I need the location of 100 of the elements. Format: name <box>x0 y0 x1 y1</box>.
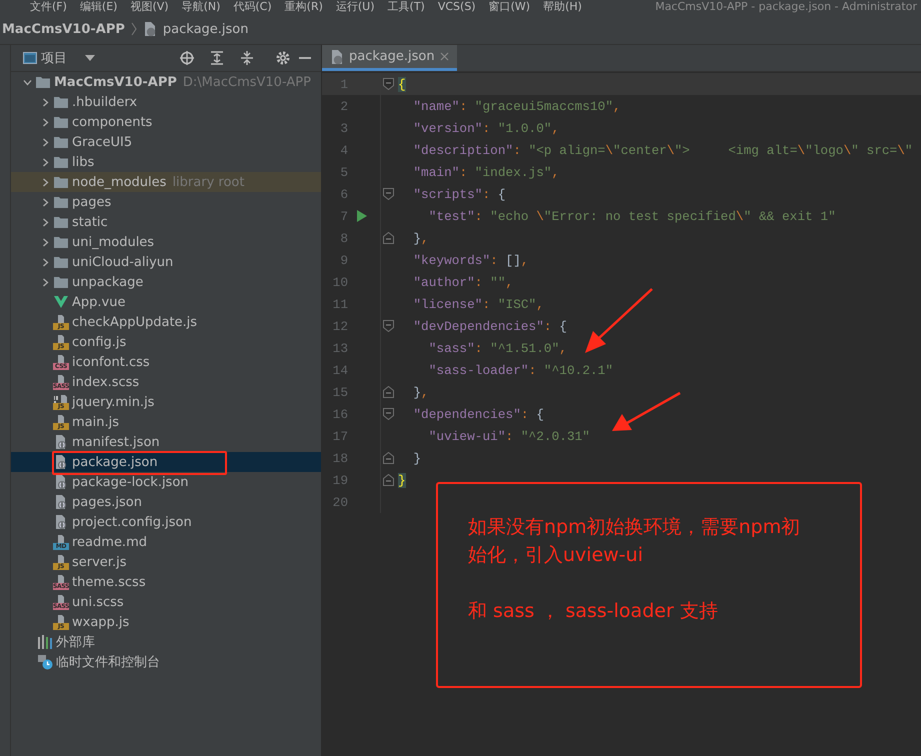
folder-icon <box>53 254 69 270</box>
tree-item[interactable]: package-lock.json <box>11 472 321 492</box>
fold-end-icon[interactable] <box>383 474 394 486</box>
tree-item-label: wxapp.js <box>72 614 130 630</box>
menu-item[interactable]: 视图(V) <box>130 0 169 14</box>
panel-title[interactable]: 项目 <box>41 49 67 67</box>
collapsed-chevron-icon[interactable] <box>40 98 50 106</box>
collapsed-chevron-icon[interactable] <box>40 118 50 126</box>
collapse-all-icon[interactable] <box>239 50 255 66</box>
collapsed-chevron-icon[interactable] <box>40 158 50 166</box>
annotation-text: 和 sass ， sass-loader 支持 <box>468 599 719 624</box>
line-number: 13 <box>332 340 349 356</box>
tree-item[interactable]: pages.json <box>11 492 321 512</box>
file-crumb[interactable]: package.json <box>162 22 248 36</box>
collapsed-chevron-icon[interactable] <box>40 138 50 146</box>
collapsed-chevron-icon[interactable] <box>40 278 50 286</box>
menu-item[interactable]: 重构(R) <box>284 0 323 14</box>
tree-item-label: MacCmsV10-APP <box>54 74 177 90</box>
tree-item[interactable]: components <box>11 112 321 132</box>
tree-item[interactable]: project.config.json <box>11 512 321 532</box>
line-number: 16 <box>332 406 349 422</box>
folder-icon <box>53 134 69 150</box>
code-line: "sass-loader": "^10.2.1" <box>428 362 614 378</box>
tree-item[interactable]: manifest.json <box>11 432 321 452</box>
expand-all-icon[interactable] <box>209 50 225 66</box>
code-line: "name": "graceui5maccms10", <box>412 98 621 114</box>
tree-item[interactable]: package.json <box>11 452 321 472</box>
window-title: MacCmsV10-APP - package.json - Administrator <box>655 0 918 14</box>
menu-item[interactable]: 文件(F) <box>30 0 67 14</box>
code-line: "keywords": [], <box>412 252 529 268</box>
fold-icon[interactable] <box>383 188 394 200</box>
menu-item[interactable]: 导航(N) <box>182 0 220 14</box>
folder-icon <box>53 94 69 110</box>
json-file-icon <box>142 21 157 37</box>
menu-item[interactable]: 运行(U) <box>336 0 375 14</box>
annotation-text: 如果没有npm初始换环境，需要npm初始化，引入uview-ui <box>468 515 802 568</box>
fold-end-icon[interactable] <box>383 386 394 398</box>
collapsed-chevron-icon[interactable] <box>40 238 50 246</box>
run-icon[interactable] <box>357 210 367 222</box>
code-line: "license": "ISC", <box>412 296 544 312</box>
code-line: "author": "", <box>412 274 514 290</box>
fold-icon[interactable] <box>383 408 394 420</box>
code-line: "scripts": { <box>412 186 506 202</box>
folder-icon <box>53 174 69 190</box>
panel-icon <box>23 52 37 64</box>
vue-file-icon <box>53 294 69 310</box>
library-hint: library root <box>172 174 244 190</box>
tree-item-label: node_modules <box>72 174 166 190</box>
tree-item-label: uni.scss <box>72 594 124 610</box>
tree-item[interactable]: node_modules library root <box>11 172 321 192</box>
fold-icon[interactable] <box>383 320 394 332</box>
line-number: 20 <box>332 494 349 510</box>
collapsed-chevron-icon[interactable] <box>40 178 50 186</box>
tree-item-label: uni_modules <box>72 234 154 250</box>
tree-item[interactable]: pages <box>11 192 321 212</box>
code-line: "devDependencies": { <box>412 318 567 334</box>
tree-item[interactable]: unpackage <box>11 272 321 292</box>
tree-item[interactable]: .hbuilderx <box>11 92 321 112</box>
dropdown-caret-icon[interactable] <box>85 55 95 61</box>
code-line: "description": "<p align=\"center\"> <img alt=\"logo\" src=\" <box>412 142 913 158</box>
menu-item[interactable]: 工具(T) <box>388 0 425 14</box>
line-number: 17 <box>332 428 349 444</box>
code-line: "dependencies": { <box>412 406 544 422</box>
tree-item[interactable]: uni_modules <box>11 232 321 252</box>
tree-item-label: unpackage <box>72 274 144 290</box>
tree-item[interactable]: GraceUI5 <box>11 132 321 152</box>
collapsed-chevron-icon[interactable] <box>40 198 50 206</box>
collapsed-chevron-icon[interactable] <box>40 258 50 266</box>
tree-item[interactable]: MacCmsV10-APP D:\MacCmsV10-APP <box>11 72 321 92</box>
code-line: }, <box>412 384 429 400</box>
json-file-icon <box>53 454 69 470</box>
fold-end-icon[interactable] <box>383 452 394 464</box>
tree-item[interactable]: static <box>11 212 321 232</box>
editor-tab[interactable]: package.json <box>322 45 457 71</box>
folder-icon <box>53 274 69 290</box>
code-line: } <box>412 450 422 466</box>
line-number: 3 <box>339 120 349 136</box>
settings-icon[interactable] <box>275 50 291 66</box>
menu-item[interactable]: 代码(C) <box>233 0 272 14</box>
menu-item[interactable]: 窗口(W) <box>488 0 530 14</box>
code-line: }, <box>412 230 429 246</box>
collapsed-chevron-icon[interactable] <box>40 218 50 226</box>
tree-item[interactable]: uniCloud-aliyun <box>11 252 321 272</box>
menu-item[interactable]: VCS(S) <box>438 0 476 14</box>
project-crumb[interactable]: MacCmsV10-APP <box>2 22 125 36</box>
tree-item[interactable]: 外部库 <box>56 633 95 651</box>
line-number: 8 <box>339 230 349 246</box>
tree-item[interactable]: 临时文件和控制台 <box>56 653 160 671</box>
tree-item[interactable]: App.vue <box>11 292 321 312</box>
fold-icon[interactable] <box>383 78 394 90</box>
locate-icon[interactable] <box>179 50 195 66</box>
tree-item-label: index.scss <box>72 374 140 390</box>
menu-item[interactable]: 帮助(H) <box>543 0 582 14</box>
expanded-chevron-icon[interactable] <box>22 78 32 86</box>
tree-item[interactable]: libs <box>11 152 321 172</box>
fold-end-icon[interactable] <box>383 232 394 244</box>
tree-item-label: readme.md <box>72 534 147 550</box>
json-file-icon <box>53 434 69 450</box>
menu-item[interactable]: 编辑(E) <box>80 0 118 14</box>
tree-item-label: checkAppUpdate.js <box>72 314 198 330</box>
